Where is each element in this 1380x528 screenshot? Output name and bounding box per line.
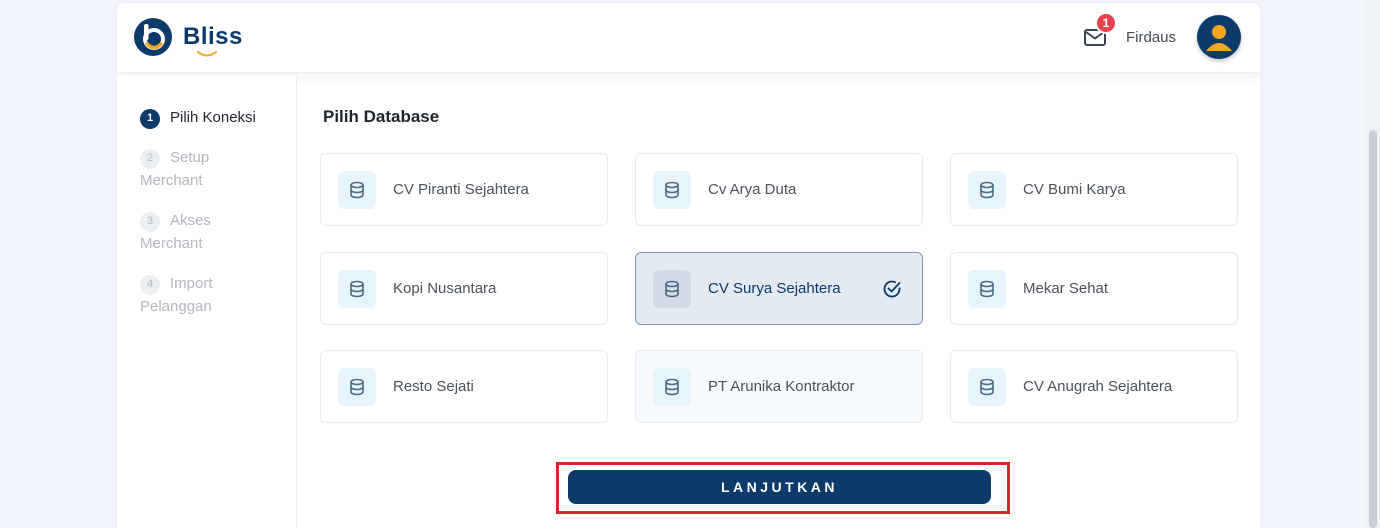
database-icon bbox=[350, 378, 364, 395]
database-name: CV Bumi Karya bbox=[1023, 181, 1126, 198]
user-avatar-icon bbox=[1206, 25, 1232, 51]
step-pilih-koneksi[interactable]: 1 Pilih Koneksi bbox=[140, 106, 280, 129]
bliss-logo-icon bbox=[134, 18, 172, 56]
database-icon bbox=[350, 181, 364, 198]
database-name: Kopi Nusantara bbox=[393, 280, 497, 297]
database-name: Cv Arya Duta bbox=[708, 181, 797, 198]
database-card[interactable]: CV Anugrah Sejahtera bbox=[950, 350, 1238, 423]
database-icon bbox=[980, 378, 994, 395]
database-card-selected[interactable]: CV Surya Sejahtera bbox=[635, 252, 923, 325]
app-window: Bliss 1 Firdaus 1 Pilih Koneksi 2 Setup Me… bbox=[117, 3, 1260, 528]
database-icon bbox=[665, 280, 679, 297]
page-title: Pilih Database bbox=[323, 107, 440, 126]
database-card[interactable]: CV Bumi Karya bbox=[950, 153, 1238, 226]
check-circle-icon bbox=[883, 280, 901, 298]
database-card[interactable]: CV Piranti Sejahtera bbox=[320, 153, 608, 226]
database-icon-box bbox=[338, 269, 376, 308]
database-icon-box bbox=[968, 367, 1006, 406]
step-label: Pilih Koneksi bbox=[170, 109, 256, 126]
top-header: Bliss 1 Firdaus bbox=[117, 3, 1260, 73]
database-name: CV Anugrah Sejahtera bbox=[1023, 378, 1173, 395]
page-scrollbar[interactable] bbox=[1366, 0, 1380, 528]
database-icon bbox=[665, 378, 679, 395]
page-scrollbar-thumb[interactable] bbox=[1369, 130, 1377, 528]
username[interactable]: Firdaus bbox=[1126, 29, 1176, 46]
user-avatar[interactable] bbox=[1197, 15, 1241, 59]
database-icon bbox=[980, 280, 994, 297]
notification-badge[interactable]: 1 bbox=[1095, 12, 1117, 34]
database-icon-box bbox=[653, 367, 691, 406]
step-number: 1 bbox=[140, 108, 160, 129]
database-card[interactable]: Resto Sejati bbox=[320, 350, 608, 423]
database-icon-box bbox=[968, 170, 1006, 209]
database-icon bbox=[350, 280, 364, 297]
logo-smile-icon bbox=[197, 51, 217, 57]
database-card[interactable]: Kopi Nusantara bbox=[320, 252, 608, 325]
database-icon bbox=[980, 181, 994, 198]
database-card[interactable]: Cv Arya Duta bbox=[635, 153, 923, 226]
database-card[interactable]: PT Arunika Kontraktor bbox=[635, 350, 923, 423]
step-setup-merchant[interactable]: 2 Setup Merchant bbox=[140, 146, 230, 192]
database-card[interactable]: Mekar Sehat bbox=[950, 252, 1238, 325]
database-name: PT Arunika Kontraktor bbox=[708, 378, 855, 395]
step-number: 4 bbox=[140, 274, 160, 295]
database-icon-box bbox=[338, 367, 376, 406]
database-name: Mekar Sehat bbox=[1023, 280, 1109, 297]
database-icon bbox=[665, 181, 679, 198]
database-name: Resto Sejati bbox=[393, 378, 474, 395]
bliss-logo[interactable]: Bliss bbox=[133, 17, 243, 57]
database-name: CV Piranti Sejahtera bbox=[393, 181, 529, 198]
step-import-pelanggan[interactable]: 4 Import Pelanggan bbox=[140, 272, 235, 318]
logo-text: Bliss bbox=[183, 23, 243, 57]
step-number: 3 bbox=[140, 211, 160, 232]
database-icon-box bbox=[653, 269, 691, 308]
database-icon-box bbox=[968, 269, 1006, 308]
step-number: 2 bbox=[140, 148, 160, 169]
database-icon-box bbox=[653, 170, 691, 209]
stepper-sidebar: 1 Pilih Koneksi 2 Setup Merchant 3 Akses Me… bbox=[117, 76, 297, 528]
step-akses-merchant[interactable]: 3 Akses Merchant bbox=[140, 209, 230, 255]
continue-button[interactable]: LANJUTKAN bbox=[568, 470, 991, 504]
database-name: CV Surya Sejahtera bbox=[708, 280, 841, 297]
database-icon-box bbox=[338, 170, 376, 209]
